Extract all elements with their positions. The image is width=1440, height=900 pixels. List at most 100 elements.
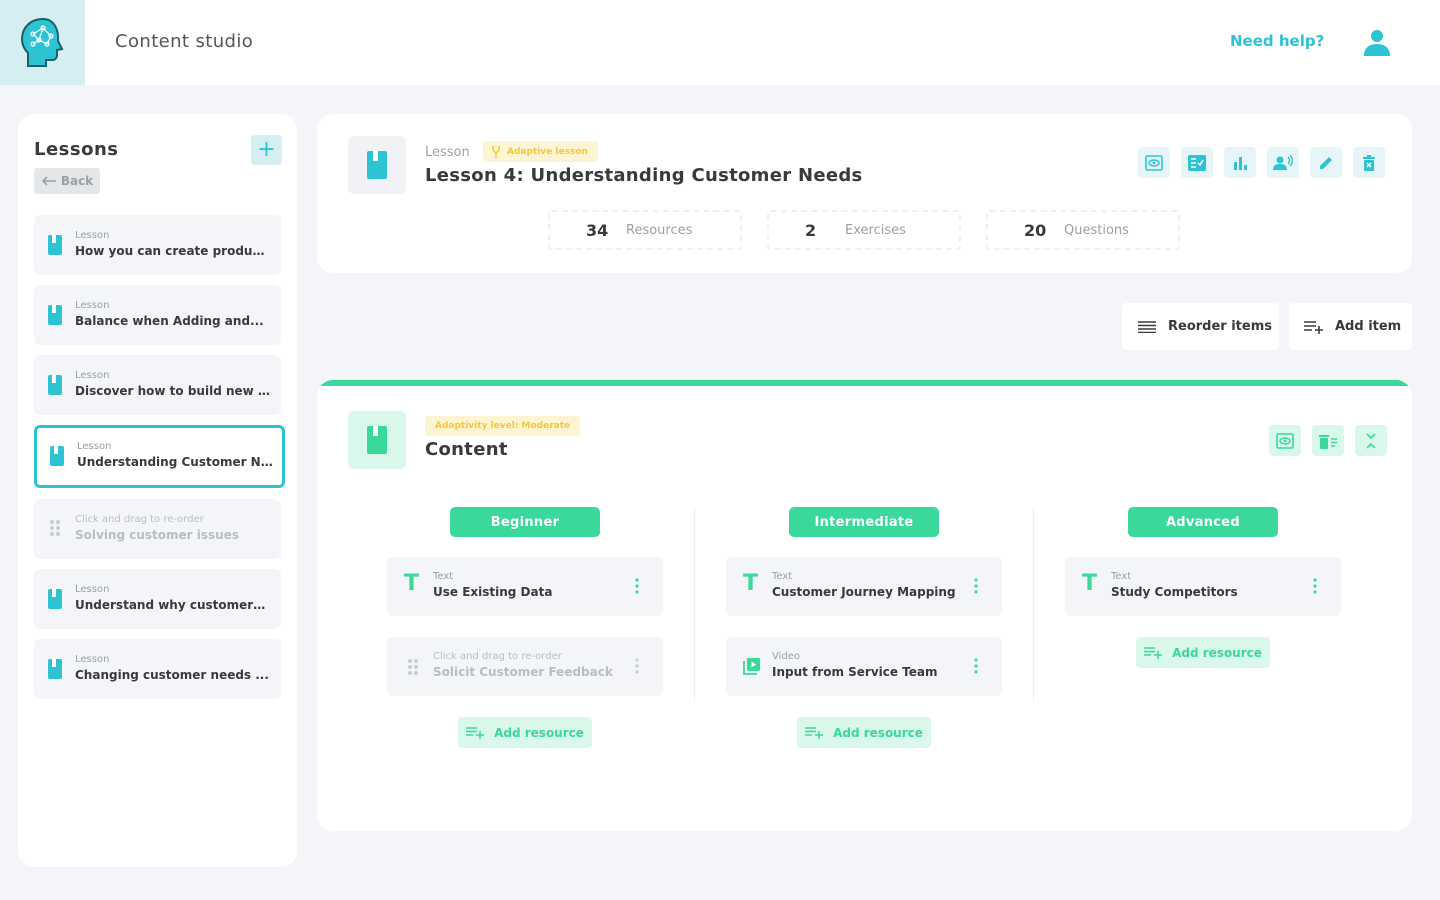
analytics-button[interactable] [1224,147,1256,178]
collapse-button[interactable] [1355,425,1387,456]
sidebar-lesson-item[interactable]: Lesson Discover how to build new c... [34,355,281,415]
branch-icon [492,145,500,158]
level-advanced-pill: Advanced [1128,507,1278,537]
lesson-book-icon [48,305,62,325]
text-type-icon: T [1082,571,1098,596]
resource-name: Study Competitors [1111,585,1238,599]
lesson-item-name: Understand why customers... [75,598,271,612]
checklist-button[interactable] [1181,147,1213,178]
stat-questions: 20 Questions [986,210,1180,250]
reorder-items-button[interactable]: Reorder items [1122,303,1279,350]
lesson-book-icon [48,659,62,679]
add-resource-label: Add resource [1172,645,1262,660]
lesson-book-icon [50,446,64,466]
preview-button[interactable] [1138,147,1170,178]
stat-label: Exercises [845,222,906,238]
app-logo[interactable] [0,0,85,85]
adaptive-lesson-badge: Adaptive lesson [483,141,598,162]
stat-label: Resources [626,222,693,238]
playlist-add-icon [466,727,485,739]
add-resource-label: Add resource [833,725,923,740]
resource-card-dragging[interactable]: Click and drag to re-order Solicit Custo… [387,637,663,696]
add-lesson-button[interactable]: + [251,135,282,165]
brain-head-icon [20,17,63,67]
content-accent-bar [317,380,1412,386]
add-resource-button[interactable]: Add resource [458,717,592,748]
back-button[interactable]: Back [34,168,100,194]
more-vertical-icon[interactable] [635,578,639,594]
resource-card[interactable]: T Text Study Competitors [1065,557,1341,616]
level-intermediate-pill: Intermediate [789,507,939,537]
resource-type: Click and drag to re-order [433,651,562,662]
sidebar-title: Lessons [34,139,119,160]
resource-type: Video [772,651,801,662]
playlist-add-icon [1304,320,1323,334]
sidebar-lesson-item[interactable]: Lesson Balance when Adding and... [34,285,281,345]
checklist-icon [1188,154,1206,171]
back-label: Back [60,174,94,188]
user-avatar-icon[interactable] [1362,28,1392,58]
book-icon [367,151,387,179]
add-resource-label: Add resource [494,725,584,740]
lesson-item-label: Click and drag to re-order [75,514,204,525]
resource-type: Text [433,571,454,582]
lesson-item-label: Lesson [77,441,112,452]
drag-handle-icon[interactable] [407,658,419,676]
stat-resources: 34 Resources [548,210,742,250]
content-title: Content [425,439,508,460]
sidebar-lesson-item[interactable]: Lesson How you can create produc... [34,215,281,275]
resource-card[interactable]: Video Input from Service Team [726,637,1002,696]
resource-name: Solicit Customer Feedback [433,665,613,679]
lesson-item-name: Changing customer needs ... [75,668,269,682]
add-resource-button[interactable]: Add resource [797,717,931,748]
sidebar-lesson-item-dragging[interactable]: Click and drag to re-order Solving custo… [34,499,281,559]
need-help-link[interactable]: Need help? [1230,32,1324,50]
more-vertical-icon[interactable] [1313,578,1317,594]
sidebar-lesson-item-active[interactable]: Lesson Understanding Customer N... [34,425,285,488]
pencil-icon [1320,156,1332,169]
adaptivity-level-badge: Adaptivity level: Moderate [425,416,581,436]
lesson-item-name: Understanding Customer N... [77,455,273,469]
lesson-icon-box [348,136,406,194]
stat-value: 2 [805,220,817,240]
lesson-header-card: Lesson Adaptive lesson Lesson 4: Underst… [317,114,1412,273]
stat-exercises: 2 Exercises [767,210,961,250]
add-resource-button[interactable]: Add resource [1136,637,1270,668]
assign-users-button[interactable] [1267,147,1299,178]
stat-value: 34 [586,220,609,240]
lesson-item-name: Solving customer issues [75,528,239,542]
trash-icon [1363,154,1375,171]
add-item-button[interactable]: Add item [1289,303,1412,350]
lesson-item-label: Lesson [75,300,110,311]
resource-name: Use Existing Data [433,585,553,599]
edit-button[interactable] [1310,147,1342,178]
resource-card[interactable]: T Text Use Existing Data [387,557,663,616]
top-header: Content studio Need help? [0,0,1440,85]
resource-card[interactable]: T Text Customer Journey Mapping [726,557,1002,616]
lesson-actions [1138,147,1385,178]
delete-list-icon [1319,434,1337,449]
more-vertical-icon[interactable] [635,658,639,674]
drag-handle-icon[interactable] [49,519,61,537]
collapse-icon [1366,432,1376,449]
more-vertical-icon[interactable] [974,578,978,594]
lesson-item-name: Discover how to build new c... [75,384,271,398]
resource-name: Customer Journey Mapping [772,585,956,599]
sidebar-lesson-item[interactable]: Lesson Changing customer needs ... [34,639,281,699]
eye-icon [1276,432,1294,449]
lesson-book-icon [48,235,62,255]
delete-button[interactable] [1353,147,1385,178]
column-divider [694,507,695,702]
more-vertical-icon[interactable] [974,658,978,674]
reorder-items-label: Reorder items [1168,319,1272,334]
text-type-icon: T [404,571,420,596]
lesson-item-label: Lesson [75,654,110,665]
content-delete-button[interactable] [1312,425,1344,456]
user-voice-icon [1273,154,1293,170]
content-actions [1269,425,1387,456]
content-preview-button[interactable] [1269,425,1301,456]
lessons-sidebar: Lessons + Back Lesson How you can create… [18,114,297,867]
stat-value: 20 [1024,220,1047,240]
sidebar-lesson-item[interactable]: Lesson Understand why customers... [34,569,281,629]
stat-label: Questions [1064,222,1129,238]
